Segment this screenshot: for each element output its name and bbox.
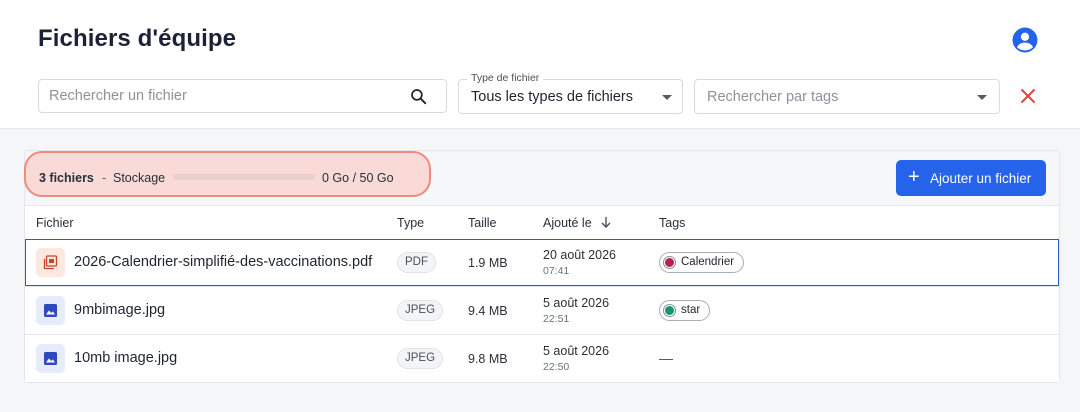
close-icon[interactable] bbox=[1019, 87, 1037, 105]
file-size: 1.9 MB bbox=[468, 256, 508, 270]
file-type-badge: JPEG bbox=[397, 348, 444, 369]
file-size: 9.8 MB bbox=[468, 352, 508, 366]
file-name[interactable]: 10mb image.jpg bbox=[74, 350, 374, 366]
file-type-badge: JPEG bbox=[397, 300, 444, 321]
storage-label: Stockage bbox=[113, 171, 166, 185]
tags-search-select[interactable]: Rechercher par tags bbox=[694, 79, 1000, 114]
added-time: 07:41 bbox=[543, 265, 570, 277]
image-file-icon bbox=[36, 344, 65, 373]
file-type-label: Type de fichier bbox=[467, 72, 544, 84]
add-file-button[interactable]: + Ajouter un fichier bbox=[896, 160, 1046, 196]
chevron-down-icon bbox=[662, 95, 672, 100]
search-icon[interactable] bbox=[409, 87, 428, 106]
tag-label: Calendrier bbox=[681, 256, 735, 268]
no-tags-placeholder: — bbox=[659, 350, 673, 366]
file-count: 3 fichiers bbox=[39, 171, 94, 185]
page-title: Fichiers d'équipe bbox=[38, 25, 237, 52]
column-header-tags[interactable]: Tags bbox=[659, 216, 685, 230]
storage-amount: 0 Go / 50 Go bbox=[322, 171, 394, 185]
file-name[interactable]: 2026-Calendrier-simplifié-des-vaccinatio… bbox=[74, 254, 374, 270]
added-time: 22:50 bbox=[543, 361, 570, 373]
file-type-badge: PDF bbox=[397, 252, 436, 273]
added-date: 5 août 2026 bbox=[543, 344, 610, 358]
tag-color-dot bbox=[664, 305, 675, 316]
tag-color-dot bbox=[664, 257, 675, 268]
storage-progress-bar bbox=[173, 174, 315, 180]
column-header-file[interactable]: Fichier bbox=[36, 216, 74, 230]
top-bar: Fichiers d'équipe Type de fichier Tous l… bbox=[0, 0, 1080, 129]
added-date: 20 août 2026 bbox=[543, 248, 616, 262]
pdf-file-icon bbox=[36, 248, 65, 277]
tags-search-placeholder: Rechercher par tags bbox=[707, 89, 839, 105]
added-time: 22:51 bbox=[543, 313, 570, 325]
file-type-select[interactable]: Type de fichier Tous les types de fichie… bbox=[458, 72, 683, 114]
image-file-icon bbox=[36, 296, 65, 325]
file-name[interactable]: 9mbimage.jpg bbox=[74, 302, 374, 318]
column-header-added[interactable]: Ajouté le bbox=[543, 216, 592, 230]
added-date: 5 août 2026 bbox=[543, 296, 610, 310]
tag-chip[interactable]: star bbox=[659, 300, 711, 321]
file-type-value: Tous les types de fichiers bbox=[471, 89, 633, 105]
search-input[interactable] bbox=[49, 80, 399, 112]
chevron-down-icon bbox=[977, 95, 987, 100]
column-header-size[interactable]: Taille bbox=[468, 216, 497, 230]
file-size: 9.4 MB bbox=[468, 304, 508, 318]
storage-separator: - bbox=[102, 171, 107, 185]
sort-descending-icon[interactable] bbox=[599, 215, 613, 229]
tag-label: star bbox=[681, 304, 701, 316]
column-header-type[interactable]: Type bbox=[397, 216, 424, 230]
add-file-label: Ajouter un fichier bbox=[930, 171, 1032, 186]
account-circle-icon[interactable] bbox=[1012, 27, 1038, 53]
search-field[interactable] bbox=[38, 79, 447, 113]
tag-chip[interactable]: Calendrier bbox=[659, 252, 745, 273]
plus-icon: + bbox=[908, 166, 920, 188]
